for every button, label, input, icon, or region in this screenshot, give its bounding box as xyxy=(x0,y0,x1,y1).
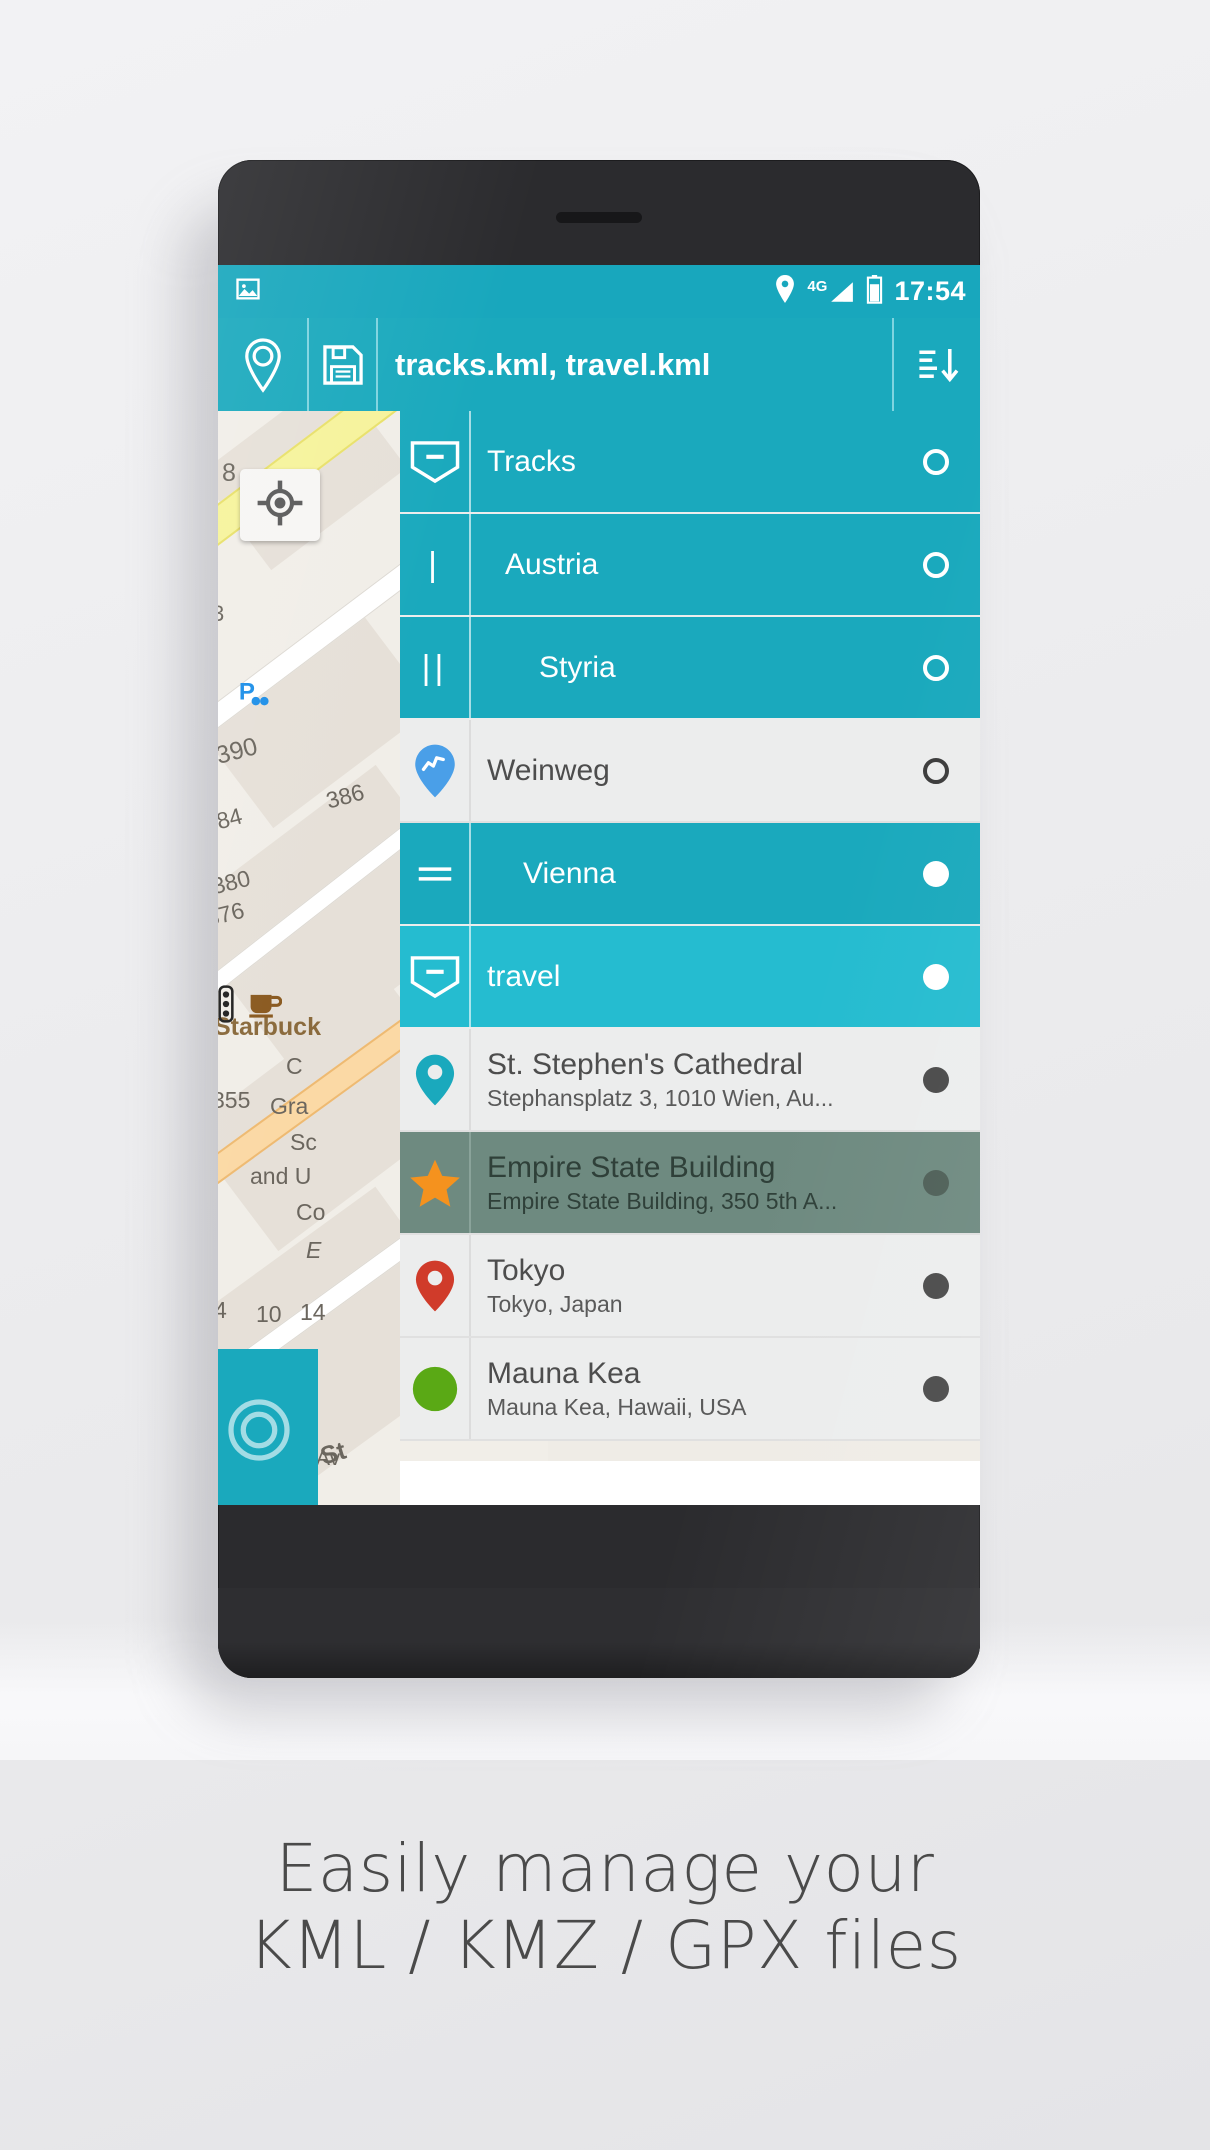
list-item-title: Mauna Kea xyxy=(487,1356,641,1390)
folder-collapse-icon[interactable] xyxy=(400,926,469,1027)
sort-descending-icon[interactable] xyxy=(892,318,980,411)
list-item-text: Styria xyxy=(469,617,892,718)
list-item-checkbox[interactable] xyxy=(892,1029,980,1130)
caption-line-2: KML / KMZ / GPX files xyxy=(248,1907,962,1985)
status-bar: 4G 17:54 xyxy=(218,265,980,318)
list-item-title: Tracks xyxy=(487,444,576,478)
list-item-title: Empire State Building xyxy=(487,1150,776,1184)
list-item-checkbox[interactable] xyxy=(892,411,980,512)
list-item-subtitle: Stephansplatz 3, 1010 Wien, Au... xyxy=(487,1084,834,1111)
map-pin-red-icon[interactable] xyxy=(400,1235,469,1336)
checkbox-unchecked-icon xyxy=(923,448,949,475)
checkbox-checked-icon xyxy=(923,1375,949,1402)
list-item-text: travel xyxy=(469,926,892,1027)
circle-green-icon[interactable] xyxy=(400,1338,469,1439)
list-item-text: St. Stephen's Cathedral Stephansplatz 3,… xyxy=(469,1029,892,1130)
network-type-label: 4G xyxy=(807,277,828,295)
list-item[interactable]: Tracks xyxy=(400,411,980,514)
map-pin-teal-icon[interactable] xyxy=(400,1029,469,1130)
list-item-text: Tracks xyxy=(469,411,892,512)
kml-feature-list[interactable]: Tracks | Austria || Styria Weinweg Vienn… xyxy=(400,411,980,1505)
list-item[interactable]: | Austria xyxy=(400,514,980,617)
list-item-checkbox[interactable] xyxy=(892,1235,980,1336)
list-item[interactable]: St. Stephen's Cathedral Stephansplatz 3,… xyxy=(400,1029,980,1132)
list-item-checkbox[interactable] xyxy=(892,1338,980,1439)
track-pin-icon[interactable] xyxy=(400,720,469,821)
list-item-title: Vienna xyxy=(523,856,616,890)
star-icon[interactable] xyxy=(400,1132,469,1233)
list-item[interactable]: || Styria xyxy=(400,617,980,720)
traffic-light-icon xyxy=(218,985,236,1028)
list-item-title: Austria xyxy=(505,547,599,581)
list-item[interactable]: Mauna Kea Mauna Kea, Hawaii, USA xyxy=(400,1338,980,1441)
checkbox-checked-icon xyxy=(923,1169,949,1196)
indent-level-indicator: || xyxy=(400,617,469,718)
list-empty-space xyxy=(400,1461,980,1505)
checkbox-unchecked-icon xyxy=(923,551,949,578)
caption-line-1: Easily manage your xyxy=(275,1830,935,1907)
list-item[interactable]: Vienna xyxy=(400,823,980,926)
earpiece-speaker xyxy=(556,212,642,223)
crosshair-locate-icon xyxy=(256,479,304,532)
list-item-text: Empire State Building Empire State Build… xyxy=(469,1132,892,1233)
checkbox-checked-icon xyxy=(923,1066,949,1093)
map-teal-overlay xyxy=(218,1349,318,1505)
list-item-checkbox[interactable] xyxy=(892,617,980,718)
list-item-checkbox[interactable] xyxy=(892,514,980,615)
list-item-selected[interactable]: Empire State Building Empire State Build… xyxy=(400,1132,980,1235)
app-bar: tracks.kml, travel.kml xyxy=(218,318,980,411)
indent-marks: | xyxy=(428,545,441,584)
list-item-title: travel xyxy=(487,959,561,993)
list-item[interactable]: Weinweg xyxy=(400,720,980,823)
list-item-title: Tokyo xyxy=(487,1253,566,1287)
indent-marks: || xyxy=(421,648,448,687)
list-item-subtitle: Tokyo, Japan xyxy=(487,1290,623,1317)
list-item-text: Austria xyxy=(469,514,892,615)
signal-4g-icon: 4G xyxy=(807,279,855,305)
phone-chin xyxy=(218,1588,980,1678)
folder-collapse-icon[interactable] xyxy=(400,411,469,512)
list-item-title: St. Stephen's Cathedral xyxy=(487,1047,803,1081)
list-item-text: Mauna Kea Mauna Kea, Hawaii, USA xyxy=(469,1338,892,1439)
parking-icon: P xyxy=(236,677,270,716)
list-item-subtitle: Empire State Building, 350 5th A... xyxy=(487,1187,838,1214)
gps-locate-button[interactable] xyxy=(240,469,320,541)
equals-icon xyxy=(400,823,469,924)
list-item-text: Vienna xyxy=(469,823,892,924)
image-icon xyxy=(234,275,262,308)
checkbox-unchecked-icon xyxy=(923,757,949,784)
list-item[interactable]: Tokyo Tokyo, Japan xyxy=(400,1235,980,1338)
list-item-title: Weinweg xyxy=(487,753,610,787)
clock-time: 17:54 xyxy=(894,276,966,306)
phone-device: 4G 17:54 tracks.kml, travel.kml 8 3 390 … xyxy=(218,160,980,1678)
checkbox-checked-icon xyxy=(923,860,949,887)
checkbox-checked-icon xyxy=(923,963,949,990)
battery-icon xyxy=(866,274,883,309)
list-item-text: Tokyo Tokyo, Japan xyxy=(469,1235,892,1336)
map-marker-outline-icon[interactable] xyxy=(218,318,307,411)
app-bar-title: tracks.kml, travel.kml xyxy=(376,318,892,411)
list-item-subtitle: Mauna Kea, Hawaii, USA xyxy=(487,1393,747,1420)
checkbox-unchecked-icon xyxy=(923,654,949,681)
list-item-checkbox[interactable] xyxy=(892,1132,980,1233)
checkbox-checked-icon xyxy=(923,1272,949,1299)
location-pin-icon xyxy=(774,275,796,308)
indent-level-indicator: | xyxy=(400,514,469,615)
phone-screen: 4G 17:54 tracks.kml, travel.kml 8 3 390 … xyxy=(218,265,980,1505)
promo-caption: Easily manage your KML / KMZ / GPX files xyxy=(0,1830,1210,1984)
list-item[interactable]: travel xyxy=(400,926,980,1029)
list-item-checkbox[interactable] xyxy=(892,720,980,821)
list-item-checkbox[interactable] xyxy=(892,926,980,1027)
list-item-checkbox[interactable] xyxy=(892,823,980,924)
list-item-title: Styria xyxy=(539,650,616,684)
cafe-icon xyxy=(248,989,283,1024)
floppy-disk-save-icon[interactable] xyxy=(307,318,376,411)
list-item-text: Weinweg xyxy=(469,720,892,821)
